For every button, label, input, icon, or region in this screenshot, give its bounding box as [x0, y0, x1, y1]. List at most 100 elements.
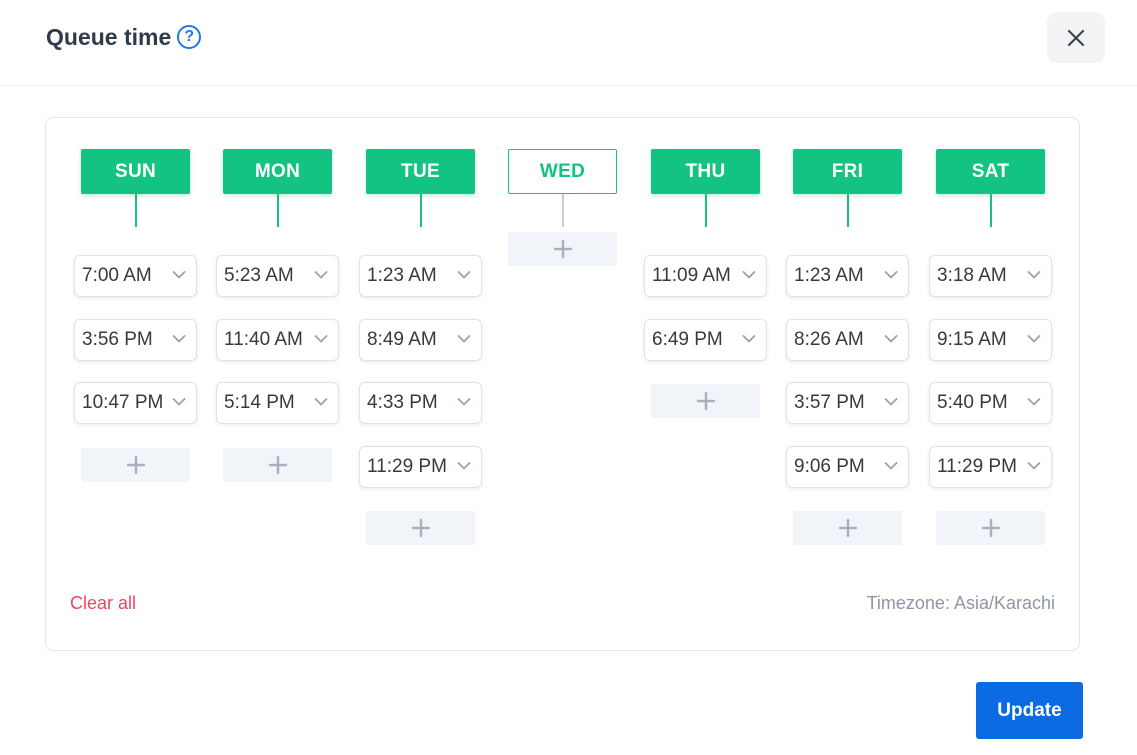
day-connector: [134, 194, 137, 227]
day-connector: [419, 194, 422, 227]
chevron-down-icon: [1027, 398, 1041, 406]
time-select[interactable]: 10:47 PM: [74, 382, 197, 424]
chevron-down-icon: [314, 271, 328, 279]
time-value: 10:47 PM: [82, 392, 164, 413]
modal-title-text: Queue time: [46, 24, 172, 50]
day-connector: [989, 194, 992, 227]
time-select[interactable]: 11:29 PM: [929, 445, 1052, 488]
time-value: 1:23 AM: [367, 265, 437, 286]
schedule-panel: SUN 7:00 AM 3:56 PM 10:47 PM MON 5:23 AM 11:40…: [45, 117, 1080, 651]
time-select[interactable]: 4:33 PM: [359, 382, 482, 424]
time-select[interactable]: 7:00 AM: [74, 255, 197, 297]
add-time-button[interactable]: [81, 447, 190, 482]
clear-all-link[interactable]: Clear all: [70, 593, 136, 614]
time-select[interactable]: 11:29 PM: [359, 445, 482, 488]
help-icon[interactable]: ?: [177, 25, 202, 49]
day-toggle-tue[interactable]: TUE: [366, 149, 475, 194]
update-button[interactable]: Update: [976, 682, 1083, 739]
time-value: 1:23 AM: [794, 265, 864, 286]
time-value: 11:09 AM: [652, 265, 731, 286]
plus-icon: [553, 239, 572, 259]
plus-icon: [411, 518, 430, 538]
day-toggle-fri[interactable]: FRI: [793, 149, 902, 194]
add-time-button[interactable]: [508, 232, 617, 266]
chevron-down-icon: [314, 334, 328, 342]
day-column-sat: SAT 3:18 AM 9:15 AM 5:40 PM 11:29 PM: [929, 149, 1052, 545]
time-value: 3:56 PM: [82, 328, 153, 350]
time-select[interactable]: 11:09 AM: [644, 255, 767, 297]
chevron-down-icon: [1027, 461, 1041, 469]
day-column-tue: TUE 1:23 AM 8:49 AM 4:33 PM 11:29 PM: [359, 149, 482, 545]
day-toggle-sat[interactable]: SAT: [936, 149, 1045, 194]
plus-icon: [268, 455, 287, 474]
add-time-button[interactable]: [793, 511, 902, 545]
chevron-down-icon: [457, 461, 471, 469]
day-toggle-mon[interactable]: MON: [223, 149, 332, 194]
time-value: 8:26 AM: [794, 328, 864, 350]
time-value: 3:18 AM: [937, 265, 1007, 286]
chevron-down-icon: [1027, 271, 1041, 279]
plus-icon: [981, 518, 1000, 538]
queue-time-modal: Queue time ? SUN 7:00 AM 3:56 PM 10:47 PM MO…: [0, 0, 1137, 755]
time-value: 3:57 PM: [794, 392, 865, 413]
time-select[interactable]: 3:56 PM: [74, 318, 197, 361]
day-connector: [846, 194, 849, 227]
add-time-button[interactable]: [223, 447, 332, 482]
time-value: 11:29 PM: [937, 455, 1017, 477]
time-select[interactable]: 5:40 PM: [929, 382, 1052, 424]
chevron-down-icon: [172, 334, 186, 342]
time-select[interactable]: 9:06 PM: [786, 445, 909, 488]
time-select[interactable]: 3:18 AM: [929, 255, 1052, 297]
time-value: 9:15 AM: [937, 328, 1007, 350]
day-column-fri: FRI 1:23 AM 8:26 AM 3:57 PM 9:06 PM: [786, 149, 909, 545]
chevron-down-icon: [884, 461, 898, 469]
time-value: 7:00 AM: [82, 265, 152, 286]
plus-icon: [126, 455, 145, 474]
day-toggle-wed[interactable]: WED: [508, 149, 617, 194]
chevron-down-icon: [457, 398, 471, 406]
day-connector: [276, 194, 279, 227]
modal-title: Queue time ?: [46, 22, 202, 52]
chevron-down-icon: [884, 334, 898, 342]
time-value: 5:14 PM: [224, 392, 295, 413]
time-select[interactable]: 3:57 PM: [786, 382, 909, 424]
chevron-down-icon: [742, 334, 756, 342]
time-value: 11:40 AM: [224, 328, 303, 350]
plus-icon: [838, 518, 857, 538]
add-time-button[interactable]: [366, 511, 475, 545]
plus-icon: [696, 391, 715, 411]
time-select[interactable]: 1:23 AM: [359, 255, 482, 297]
time-select[interactable]: 11:40 AM: [216, 318, 339, 361]
time-select[interactable]: 8:49 AM: [359, 318, 482, 361]
day-column-sun: SUN 7:00 AM 3:56 PM 10:47 PM: [74, 149, 197, 482]
time-select[interactable]: 5:14 PM: [216, 382, 339, 424]
day-toggle-sun[interactable]: SUN: [81, 149, 190, 194]
chevron-down-icon: [457, 271, 471, 279]
day-toggle-thu[interactable]: THU: [651, 149, 760, 194]
close-icon: [1067, 29, 1085, 46]
day-column-thu: THU 11:09 AM 6:49 PM: [644, 149, 767, 418]
time-value: 9:06 PM: [794, 455, 865, 477]
chevron-down-icon: [314, 398, 328, 406]
add-time-button[interactable]: [651, 384, 760, 418]
chevron-down-icon: [457, 334, 471, 342]
time-select[interactable]: 1:23 AM: [786, 255, 909, 297]
time-select[interactable]: 5:23 AM: [216, 255, 339, 297]
day-connector: [704, 194, 707, 227]
day-column-wed: WED: [508, 149, 617, 266]
day-column-mon: MON 5:23 AM 11:40 AM 5:14 PM: [216, 149, 339, 482]
close-button[interactable]: [1047, 12, 1105, 63]
time-value: 5:40 PM: [937, 392, 1008, 413]
chevron-down-icon: [884, 271, 898, 279]
time-value: 5:23 AM: [224, 265, 294, 286]
chevron-down-icon: [172, 398, 186, 406]
time-select[interactable]: 9:15 AM: [929, 318, 1052, 361]
day-connector: [561, 194, 564, 227]
time-select[interactable]: 8:26 AM: [786, 318, 909, 361]
add-time-button[interactable]: [936, 511, 1045, 545]
time-value: 6:49 PM: [652, 328, 723, 350]
modal-header: Queue time ?: [0, 0, 1137, 86]
chevron-down-icon: [884, 398, 898, 406]
time-select[interactable]: 6:49 PM: [644, 318, 767, 361]
time-value: 4:33 PM: [367, 392, 438, 413]
